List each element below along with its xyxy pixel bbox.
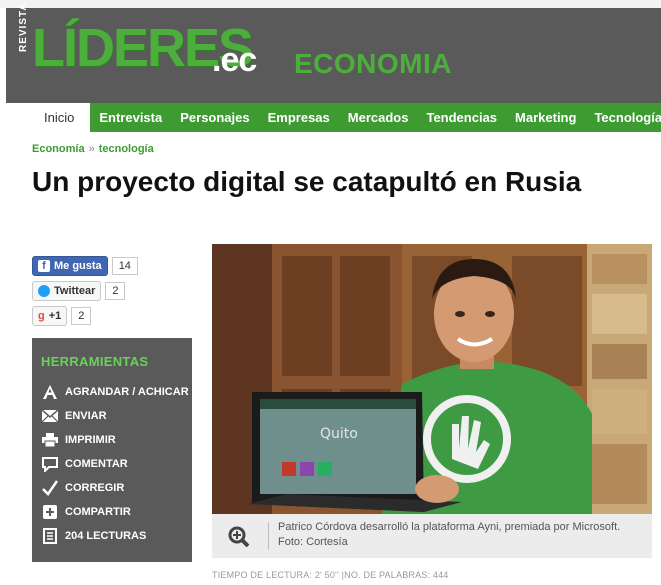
nav-item-empresas[interactable]: Empresas (259, 103, 339, 132)
breadcrumb-economia[interactable]: Economía (32, 143, 85, 155)
reading-time: TIEMPO DE LECTURA: 2' 50'' (212, 570, 339, 580)
zoom-icon[interactable] (228, 526, 250, 553)
googleplus-share: g +1 2 (32, 306, 192, 326)
breadcrumb-separator: » (88, 143, 95, 155)
share-icon (41, 504, 59, 520)
tweet-count: 2 (105, 282, 126, 300)
googleplus-count: 2 (71, 307, 92, 325)
tool-send[interactable]: ENVIAR (41, 408, 107, 424)
tool-correct-label: CORREGIR (65, 482, 125, 494)
top-strip (0, 0, 661, 8)
twitter-share: Twittear 2 (32, 281, 192, 301)
revista-label: REVISTA (18, 2, 29, 52)
tool-correct[interactable]: CORREGIR (41, 480, 124, 496)
laptop-screen-text: Quito (320, 426, 358, 442)
tool-share-label: COMPARTIR (65, 506, 131, 518)
document-icon (41, 528, 59, 544)
tool-resize-text[interactable]: AGRANDAR / ACHICAR (41, 384, 189, 400)
nav-item-marketing[interactable]: Marketing (506, 103, 585, 132)
section-title: ECONOMIA (294, 48, 452, 79)
tool-share[interactable]: COMPARTIR (41, 504, 131, 520)
nav-item-personajes[interactable]: Personajes (171, 103, 258, 132)
tool-print[interactable]: IMPRIMIR (41, 432, 116, 448)
tweet-label: Twittear (54, 285, 96, 297)
tool-comment-label: COMENTAR (65, 458, 128, 470)
facebook-like-label: Me gusta (54, 260, 102, 272)
googleplus-button[interactable]: g +1 (32, 306, 68, 326)
twitter-bird-icon (38, 285, 50, 297)
tool-send-label: ENVIAR (65, 410, 107, 422)
photo-caption-box: Patrico Córdova desarrolló la plataforma… (212, 514, 652, 558)
facebook-like-count: 14 (111, 257, 138, 275)
facebook-icon: f (38, 260, 50, 272)
googleplus-icon: g (38, 310, 45, 322)
facebook-like-button[interactable]: f Me gusta (32, 256, 108, 276)
text-size-icon (41, 384, 59, 400)
nav-item-tecnologia[interactable]: Tecnología (585, 103, 661, 132)
word-count: NO. DE PALABRAS: 444 (344, 570, 449, 580)
breadcrumb: Economía» tecnología (32, 143, 154, 155)
photo-caption: Patrico Córdova desarrolló la plataforma… (278, 521, 621, 548)
tool-comment[interactable]: COMENTAR (41, 456, 128, 472)
article-title: Un proyecto digital se catapultó en Rusi… (32, 166, 582, 197)
facebook-like: f Me gusta 14 (32, 256, 192, 276)
nav-item-tendencias[interactable]: Tendencias (417, 103, 506, 132)
tool-resize-label: AGRANDAR / ACHICAR (65, 386, 189, 398)
nav-item-mercados[interactable]: Mercados (339, 103, 418, 132)
tool-print-label: IMPRIMIR (65, 434, 116, 446)
main-nav: Inicio Entrevista Personajes Empresas Me… (28, 103, 661, 132)
tools-title: HERRAMIENTAS (41, 354, 149, 369)
comment-icon (41, 456, 59, 472)
article-meta: TIEMPO DE LECTURA: 2' 50'' |NO. DE PALAB… (212, 570, 449, 580)
tool-readings-label: 204 LECTURAS (65, 530, 147, 542)
mail-icon (41, 408, 59, 424)
caption-divider (268, 522, 269, 550)
site-logo-suffix[interactable]: .ec (212, 40, 257, 80)
nav-item-inicio[interactable]: Inicio (28, 103, 91, 132)
article-photo[interactable]: Quito (212, 244, 652, 514)
tweet-button[interactable]: Twittear (32, 281, 102, 301)
nav-item-entrevista[interactable]: Entrevista (90, 103, 171, 132)
tools-panel: HERRAMIENTAS AGRANDAR / ACHICAR ENVIAR I… (32, 338, 192, 562)
googleplus-label: +1 (48, 310, 62, 322)
print-icon (41, 432, 59, 448)
tool-readings: 204 LECTURAS (41, 528, 146, 544)
check-icon (41, 480, 59, 496)
breadcrumb-tecnologia[interactable]: tecnología (99, 143, 154, 155)
